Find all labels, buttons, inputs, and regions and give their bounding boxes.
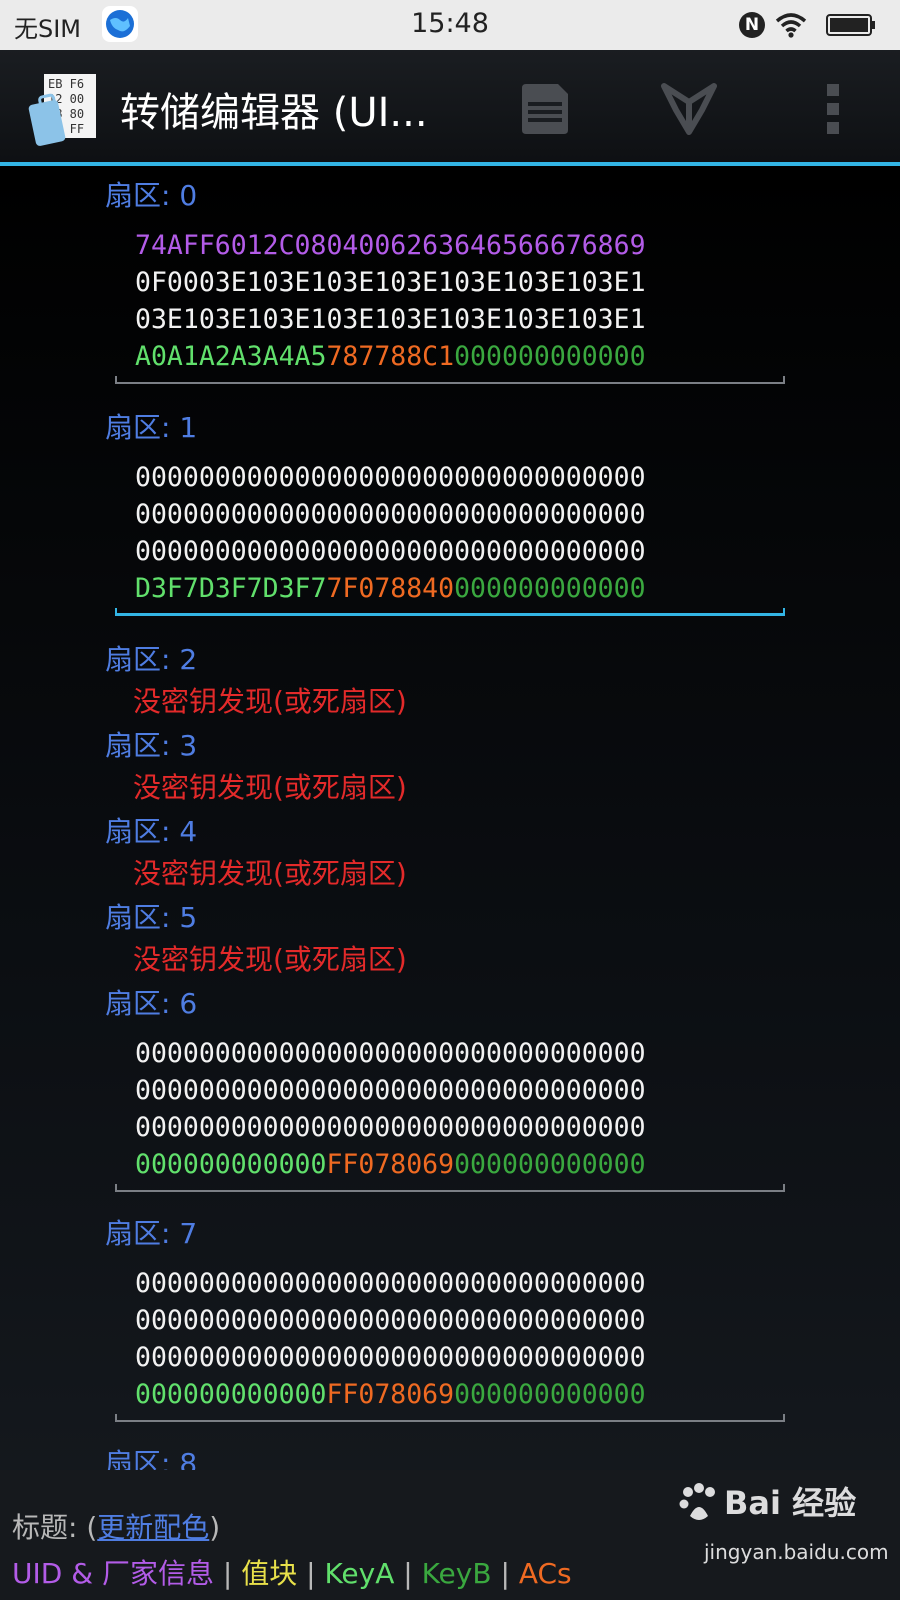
data-segment: 00000000000000000000000000000000 xyxy=(135,536,646,567)
legend-title: 标题: (更新配色) xyxy=(12,1506,220,1546)
sector-label: 扇区: 7 xyxy=(105,1217,198,1250)
keya-segment: A0A1A2A3A4A5 xyxy=(135,341,327,372)
baidu-watermark: Bai 经验 jingyan.baidu.com xyxy=(676,1478,889,1588)
keya-segment: D3F7D3F7D3F7 xyxy=(135,573,327,604)
legend-value-block: 值块 xyxy=(241,1557,298,1590)
block-line[interactable]: 00000000000000000000000000000000 xyxy=(135,1340,755,1376)
data-segment: 00000000000000000000000000000000 xyxy=(135,1075,646,1106)
keyb-segment: 000000000000 xyxy=(454,1149,646,1180)
share-icon[interactable] xyxy=(656,76,722,142)
data-segment: 00000000000000000000000000000000 xyxy=(135,1342,646,1373)
text-field-underline xyxy=(115,1184,785,1192)
acs-segment: 787788C1 xyxy=(326,341,455,372)
sector-trailer-line[interactable]: A0A1A2A3A4A5787788C1000000000000 xyxy=(135,339,755,375)
more-options-icon[interactable] xyxy=(800,76,866,142)
sector-label: 扇区: 1 xyxy=(105,411,198,444)
data-segment: 0F0003E103E103E103E103E103E103E1 xyxy=(135,267,646,298)
legend-keya: KeyA xyxy=(324,1557,395,1590)
sector-label: 扇区: 2 xyxy=(105,643,198,676)
legend-separator: | xyxy=(213,1557,242,1590)
app-logo-icon[interactable]: EB F6 12 00 F8 80 3A FF xyxy=(28,72,100,148)
legend-separator: | xyxy=(491,1557,519,1590)
block-line[interactable]: 74AFF6012C0804006263646566676869 xyxy=(135,228,755,264)
page-title: 转储编辑器 (UI... xyxy=(120,90,428,136)
acs-segment: FF078069 xyxy=(326,1149,455,1180)
data-segment: 00000000000000000000000000000000 xyxy=(135,499,646,530)
sector-trailer-line[interactable]: 000000000000FF078069000000000000 xyxy=(135,1377,755,1413)
watermark-brand: Bai 经验 xyxy=(724,1484,857,1522)
legend-title-prefix: 标题: ( xyxy=(12,1511,98,1544)
block-line[interactable]: 00000000000000000000000000000000 xyxy=(135,460,755,496)
legend-separator: | xyxy=(394,1557,422,1590)
text-field-underline xyxy=(115,376,785,384)
legend-title-suffix: ) xyxy=(209,1511,221,1544)
save-icon[interactable] xyxy=(512,76,578,142)
block-line[interactable]: 00000000000000000000000000000000 xyxy=(135,1303,755,1339)
sector-label: 扇区: 4 xyxy=(105,815,198,848)
sector-label: 扇区: 0 xyxy=(105,179,198,212)
data-segment: 00000000000000000000000000000000 xyxy=(135,1112,646,1143)
data-segment: 03E103E103E103E103E103E103E103E1 xyxy=(135,304,646,335)
keyb-segment: 000000000000 xyxy=(454,573,646,604)
keyb-segment: 000000000000 xyxy=(454,341,646,372)
update-colors-link[interactable]: 更新配色 xyxy=(97,1511,209,1544)
sector-label: 扇区: 6 xyxy=(105,987,198,1020)
block-line[interactable]: 03E103E103E103E103E103E103E103E1 xyxy=(135,302,755,338)
acs-segment: FF078069 xyxy=(326,1379,455,1410)
sector-trailer-line[interactable]: D3F7D3F7D3F77F078840000000000000 xyxy=(135,571,755,607)
legend-uid: UID & 厂家信息 xyxy=(12,1557,214,1590)
sector-label: 扇区: 3 xyxy=(105,729,198,762)
clock: 15:48 xyxy=(411,8,489,39)
data-segment: 00000000000000000000000000000000 xyxy=(135,1268,646,1299)
action-bar: EB F6 12 00 F8 80 3A FF 转储编辑器 (UI... xyxy=(0,50,900,166)
battery-icon xyxy=(826,14,875,36)
data-segment: 00000000000000000000000000000000 xyxy=(135,462,646,493)
block-line[interactable]: 0F0003E103E103E103E103E103E103E1 xyxy=(135,265,755,301)
status-bar: 无SIM 15:48 N xyxy=(0,0,900,50)
keya-segment: 000000000000 xyxy=(135,1379,327,1410)
sector-label: 扇区: 5 xyxy=(105,901,198,934)
block-line[interactable]: 00000000000000000000000000000000 xyxy=(135,1036,755,1072)
wifi-icon xyxy=(775,13,807,38)
uid-segment: 74AFF6012C0804006263646566676869 xyxy=(135,230,646,261)
keya-segment: 000000000000 xyxy=(135,1149,327,1180)
no-key-message: 没密钥发现(或死扇区) xyxy=(133,685,407,718)
dump-editor-content[interactable]: 扇区: 0 74AFF6012C0804006263646566676869 0… xyxy=(0,166,900,1470)
keyb-segment: 000000000000 xyxy=(454,1379,646,1410)
nfc-icon: N xyxy=(739,12,765,38)
sector-trailer-line[interactable]: 000000000000FF078069000000000000 xyxy=(135,1147,755,1183)
svg-text:EB F6: EB F6 xyxy=(48,77,84,91)
no-key-message: 没密钥发现(或死扇区) xyxy=(133,943,407,976)
legend-separator: | xyxy=(297,1557,325,1590)
data-segment: 00000000000000000000000000000000 xyxy=(135,1305,646,1336)
legend-acs: ACs xyxy=(518,1557,572,1590)
acs-segment: 7F078840 xyxy=(326,573,455,604)
block-line[interactable]: 00000000000000000000000000000000 xyxy=(135,1073,755,1109)
no-key-message: 没密钥发现(或死扇区) xyxy=(133,771,407,804)
sector-label: 扇区: 8 xyxy=(105,1447,198,1470)
text-field-underline-focused xyxy=(115,608,785,616)
block-line[interactable]: 00000000000000000000000000000000 xyxy=(135,534,755,570)
block-line[interactable]: 00000000000000000000000000000000 xyxy=(135,1266,755,1302)
block-line[interactable]: 00000000000000000000000000000000 xyxy=(135,1110,755,1146)
no-key-message: 没密钥发现(或死扇区) xyxy=(133,857,407,890)
watermark-url: jingyan.baidu.com xyxy=(704,1540,889,1564)
data-segment: 00000000000000000000000000000000 xyxy=(135,1038,646,1069)
text-field-underline xyxy=(115,1414,785,1422)
legend-keyb: KeyB xyxy=(421,1557,492,1590)
block-line[interactable]: 00000000000000000000000000000000 xyxy=(135,497,755,533)
paw-icon xyxy=(679,1483,715,1520)
legend-items: UID & 厂家信息 | 值块 | KeyA | KeyB | ACs xyxy=(12,1552,572,1592)
